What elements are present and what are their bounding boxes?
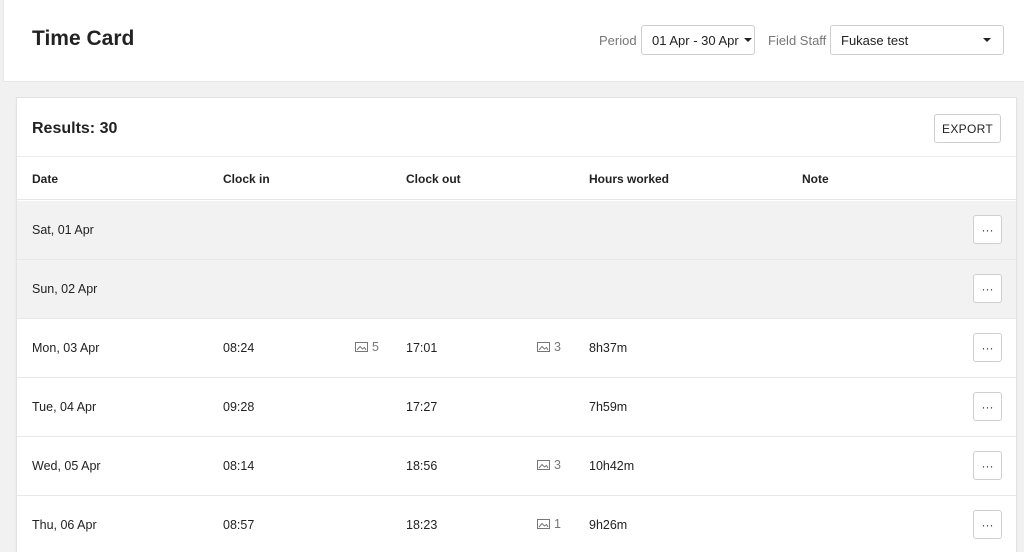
row-clock-in: 08:14: [223, 459, 255, 473]
page-header: Time Card Period 01 Apr - 30 Apr Field S…: [3, 0, 1024, 82]
row-clock-in: 09:28: [223, 400, 255, 414]
period-dropdown[interactable]: 01 Apr - 30 Apr: [641, 25, 755, 55]
ellipsis-icon: ···: [981, 399, 994, 414]
row-date: Tue, 04 Apr: [32, 400, 97, 414]
column-header-note[interactable]: Note: [802, 172, 829, 186]
field-staff-dropdown[interactable]: Fukase test: [830, 25, 1004, 55]
row-more-button[interactable]: ···: [973, 274, 1002, 303]
row-clock-out: 18:23: [406, 518, 438, 532]
table-row[interactable]: Sun, 02 Apr ···: [17, 260, 1016, 319]
image-icon: [355, 342, 368, 352]
row-date: Sun, 02 Apr: [32, 282, 98, 296]
field-staff-value: Fukase test: [841, 32, 909, 48]
table-row[interactable]: Mon, 03 Apr 08:24 5 17:01 3 8h37m ···: [17, 319, 1016, 378]
timecard-panel: Results: 30 EXPORT Date Clock in Clock o…: [16, 97, 1017, 552]
ellipsis-icon: ···: [981, 458, 994, 473]
row-clock-in: 08:57: [223, 518, 255, 532]
table-row[interactable]: Sat, 01 Apr ···: [17, 201, 1016, 260]
row-hours-worked: 8h37m: [589, 341, 628, 355]
ellipsis-icon: ···: [981, 222, 994, 237]
table-row[interactable]: Wed, 05 Apr 08:14 18:56 3 10h42m ···: [17, 437, 1016, 496]
column-header-hours-worked[interactable]: Hours worked: [589, 172, 669, 186]
period-value: 01 Apr - 30 Apr: [652, 32, 739, 48]
row-hours-worked: 7h59m: [589, 400, 628, 414]
row-more-button[interactable]: ···: [973, 215, 1002, 244]
clock-out-photos[interactable]: 1: [537, 517, 561, 531]
ellipsis-icon: ···: [981, 517, 994, 532]
row-hours-worked: 10h42m: [589, 459, 635, 473]
row-date: Wed, 05 Apr: [32, 459, 101, 473]
row-more-button[interactable]: ···: [973, 392, 1002, 421]
clock-in-photo-count: 5: [372, 340, 379, 354]
page-title: Time Card: [32, 27, 135, 50]
clock-out-photos[interactable]: 3: [537, 340, 561, 354]
period-label: Period: [599, 33, 637, 48]
table-header: Date Clock in Clock out Hours worked Not…: [17, 156, 1016, 200]
clock-in-photos[interactable]: 5: [355, 340, 379, 354]
caret-down-icon: [743, 38, 752, 42]
row-date: Sat, 01 Apr: [32, 223, 94, 237]
row-date: Thu, 06 Apr: [32, 518, 97, 532]
column-header-clock-out[interactable]: Clock out: [406, 172, 461, 186]
field-staff-label: Field Staff: [768, 33, 827, 48]
image-icon: [537, 342, 550, 352]
ellipsis-icon: ···: [981, 281, 994, 296]
column-header-clock-in[interactable]: Clock in: [223, 172, 270, 186]
row-clock-out: 17:27: [406, 400, 438, 414]
export-button[interactable]: EXPORT: [934, 114, 1001, 143]
clock-out-photo-count: 3: [554, 458, 561, 472]
image-icon: [537, 519, 550, 529]
table-row[interactable]: Tue, 04 Apr 09:28 17:27 7h59m ···: [17, 378, 1016, 437]
row-clock-out: 18:56: [406, 459, 438, 473]
timecard-rows: Sat, 01 Apr ··· Sun, 02 Apr ··· Mon, 03 Apr 0…: [17, 201, 1016, 552]
row-more-button[interactable]: ···: [973, 451, 1002, 480]
column-header-date[interactable]: Date: [32, 172, 58, 186]
image-icon: [537, 460, 550, 470]
caret-down-icon: [983, 38, 991, 42]
clock-out-photos[interactable]: 3: [537, 458, 561, 472]
row-date: Mon, 03 Apr: [32, 341, 100, 355]
row-hours-worked: 9h26m: [589, 518, 628, 532]
row-more-button[interactable]: ···: [973, 510, 1002, 539]
clock-out-photo-count: 3: [554, 340, 561, 354]
clock-out-photo-count: 1: [554, 517, 561, 531]
row-clock-in: 08:24: [223, 341, 255, 355]
row-more-button[interactable]: ···: [973, 333, 1002, 362]
ellipsis-icon: ···: [981, 340, 994, 355]
row-clock-out: 17:01: [406, 341, 438, 355]
table-row[interactable]: Thu, 06 Apr 08:57 18:23 1 9h26m ···: [17, 496, 1016, 552]
results-count: Results: 30: [32, 120, 118, 137]
